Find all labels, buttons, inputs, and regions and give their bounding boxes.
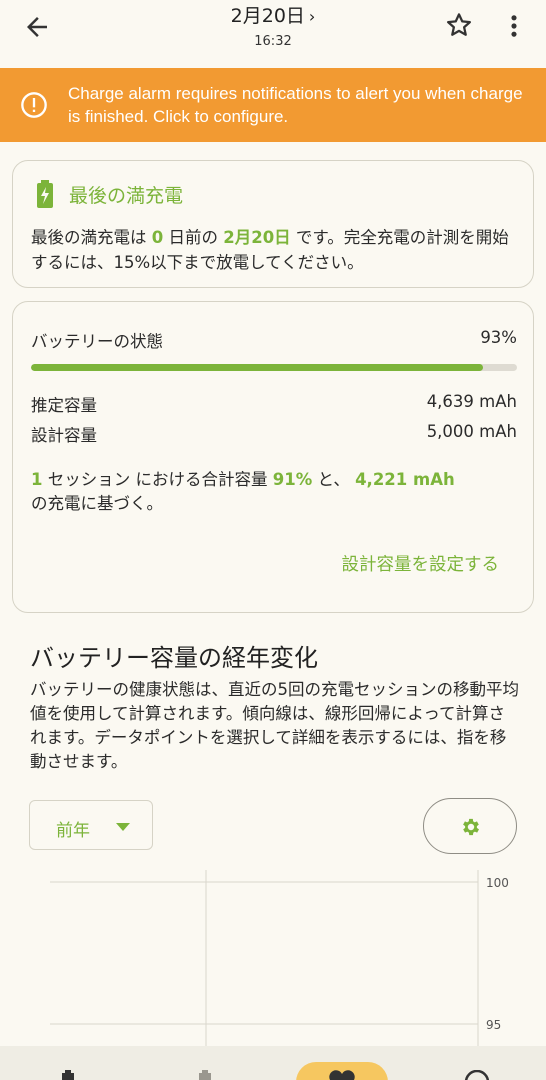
chart-y-tick-label: 95 <box>486 1018 501 1032</box>
capacity-section-title: バッテリー容量の経年変化 <box>30 644 318 672</box>
more-vert-icon[interactable] <box>500 10 528 42</box>
capacity-section-description: バッテリーの健康状態は、直近の5回の充電セッションの移動平均値を使用して計算され… <box>30 680 519 771</box>
last-full-charge-text: 最後の満充電は 0 日前の 2月20日 です。完全充電の計測を開始するには、15… <box>31 228 509 272</box>
battery-health-percent: 93% <box>480 328 517 347</box>
info-circle-icon <box>21 92 47 118</box>
battery-health-bar <box>31 364 517 371</box>
battery-outline-icon[interactable] <box>197 1070 213 1080</box>
banner-message: Charge alarm requires notifications to a… <box>68 84 523 126</box>
battery-health-card: バッテリーの状態 93% 推定容量 4,639 mAh 設計容量 5,000 m… <box>12 301 534 613</box>
arrow-left-icon[interactable] <box>22 12 52 42</box>
set-design-capacity-link[interactable]: 設計容量を設定する <box>342 551 500 576</box>
battery-health-label: バッテリーの状態 <box>31 332 163 351</box>
nav-item-health-active[interactable] <box>296 1062 388 1080</box>
last-full-charge-card: 最後の満充電 最後の満充電は 0 日前の 2月20日 です。完全充電の計測を開始… <box>12 160 534 288</box>
design-capacity-row: 設計容量 5,000 mAh <box>31 422 517 446</box>
chart-y-tick-label: 100 <box>486 876 509 890</box>
period-dropdown[interactable]: 前年 <box>29 800 153 850</box>
heart-icon <box>329 1070 355 1080</box>
date-value: 2月20日 <box>223 228 291 247</box>
session-summary: 1 セッション における合計容量 91% と、 4,221 mAh の充電に基づく… <box>31 470 455 513</box>
design-capacity-label: 設計容量 <box>31 426 97 445</box>
battery-charging-icon <box>37 180 53 208</box>
chevron-right-icon: › <box>308 7 316 26</box>
design-capacity-value: 5,000 mAh <box>426 422 517 441</box>
time-label: 16:32 <box>254 34 292 49</box>
battery-icon[interactable] <box>60 1070 76 1080</box>
last-full-charge-title: 最後の満充電 <box>69 185 184 207</box>
star-icon[interactable] <box>444 10 474 40</box>
caret-down-icon <box>116 823 130 831</box>
page-title[interactable]: 2月20日 › <box>173 4 373 29</box>
estimated-capacity-label: 推定容量 <box>31 396 97 415</box>
period-dropdown-label: 前年 <box>56 821 90 841</box>
battery-health-bar-fill <box>31 364 483 371</box>
estimated-capacity-row: 推定容量 4,639 mAh <box>31 392 517 416</box>
chart-settings-button[interactable] <box>423 798 517 854</box>
date-header[interactable]: 2月20日 › 16:32 <box>173 4 373 49</box>
gear-icon <box>463 818 479 836</box>
capacity-chart[interactable]: 100 95 <box>0 860 546 1050</box>
bottom-navigation <box>0 1046 546 1080</box>
history-icon[interactable] <box>462 1070 492 1080</box>
estimated-capacity-value: 4,639 mAh <box>426 392 517 411</box>
charge-alarm-banner[interactable]: Charge alarm requires notifications to a… <box>0 68 546 142</box>
top-app-bar: 2月20日 › 16:32 <box>0 0 546 68</box>
battery-health-row: バッテリーの状態 93% <box>31 328 517 352</box>
days-value: 0 <box>151 228 164 247</box>
